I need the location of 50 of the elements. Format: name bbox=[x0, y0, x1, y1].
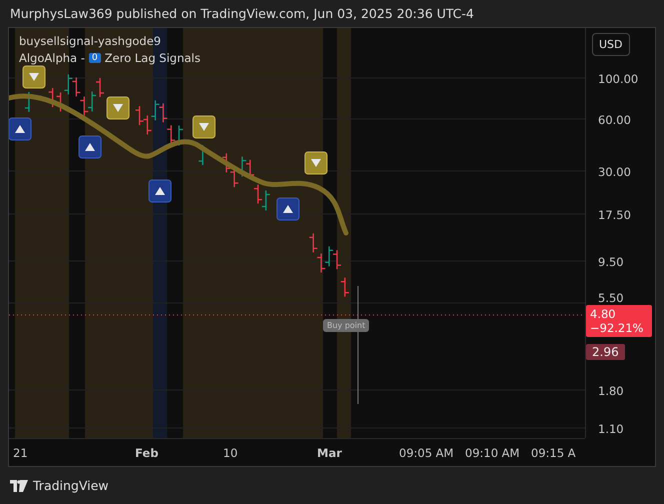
time-label: 10 bbox=[223, 446, 238, 460]
indicator-name: Zero Lag Signals bbox=[104, 51, 200, 65]
price-bar bbox=[262, 190, 270, 210]
time-label: 09:05 AM bbox=[399, 446, 454, 460]
price-bar bbox=[143, 116, 152, 135]
price-label: 1.80 bbox=[598, 384, 624, 398]
chart-symbol: buysellsignal-yashgode9 bbox=[19, 34, 162, 48]
price-bar bbox=[88, 92, 96, 112]
sell-signal-icon bbox=[192, 116, 216, 138]
logo-icon bbox=[10, 480, 28, 492]
buy-signal-icon bbox=[9, 118, 32, 140]
price-bar bbox=[151, 100, 160, 120]
price-bar bbox=[230, 168, 238, 188]
indicator-badge: 0 bbox=[88, 53, 101, 63]
price-label: 17.50 bbox=[598, 208, 631, 222]
time-label: 21 bbox=[13, 446, 28, 460]
price-bar bbox=[325, 246, 334, 266]
price-label: 5.50 bbox=[598, 291, 624, 305]
price-label: 30.00 bbox=[598, 165, 631, 179]
price-label: 100.00 bbox=[598, 72, 638, 86]
price-bar bbox=[72, 77, 80, 96]
publish-info: MurphysLaw369 published on TradingView.com, Jun 03, 2025 20:36 UTC-4 bbox=[10, 6, 474, 20]
secondary-price-label: 2.96 bbox=[586, 344, 625, 360]
sell-signal-icon bbox=[304, 152, 328, 174]
brand-name: TradingView bbox=[33, 478, 109, 493]
price-label: 60.00 bbox=[598, 113, 631, 127]
last-price: 4.80 bbox=[590, 307, 617, 321]
price-bar bbox=[222, 153, 230, 172]
price-bar bbox=[159, 103, 168, 122]
price-label: 9.50 bbox=[598, 255, 624, 269]
buy-signal-icon bbox=[148, 180, 172, 202]
buy-point-tooltip: Buy point bbox=[323, 319, 370, 332]
price-label: 1.10 bbox=[598, 422, 624, 436]
indicator-author: AlgoAlpha - bbox=[19, 51, 85, 65]
time-label: Mar bbox=[317, 446, 342, 460]
price-bar bbox=[309, 233, 318, 252]
price-bar bbox=[340, 278, 349, 297]
price-bar bbox=[167, 125, 176, 144]
price-bar bbox=[64, 74, 72, 94]
buy-signal-icon bbox=[276, 198, 300, 220]
buy-signal-icon bbox=[78, 136, 102, 158]
time-label: 09:10 AM bbox=[465, 446, 520, 460]
sell-signal-icon bbox=[22, 66, 46, 88]
time-label: 09:15 A bbox=[531, 446, 576, 460]
price-bar bbox=[317, 254, 326, 273]
currency-button[interactable]: USD bbox=[592, 33, 630, 56]
sell-signal-icon bbox=[106, 96, 130, 120]
price-bar bbox=[80, 96, 88, 116]
price-change: −92.21% bbox=[590, 321, 644, 335]
time-label: Feb bbox=[135, 446, 158, 460]
